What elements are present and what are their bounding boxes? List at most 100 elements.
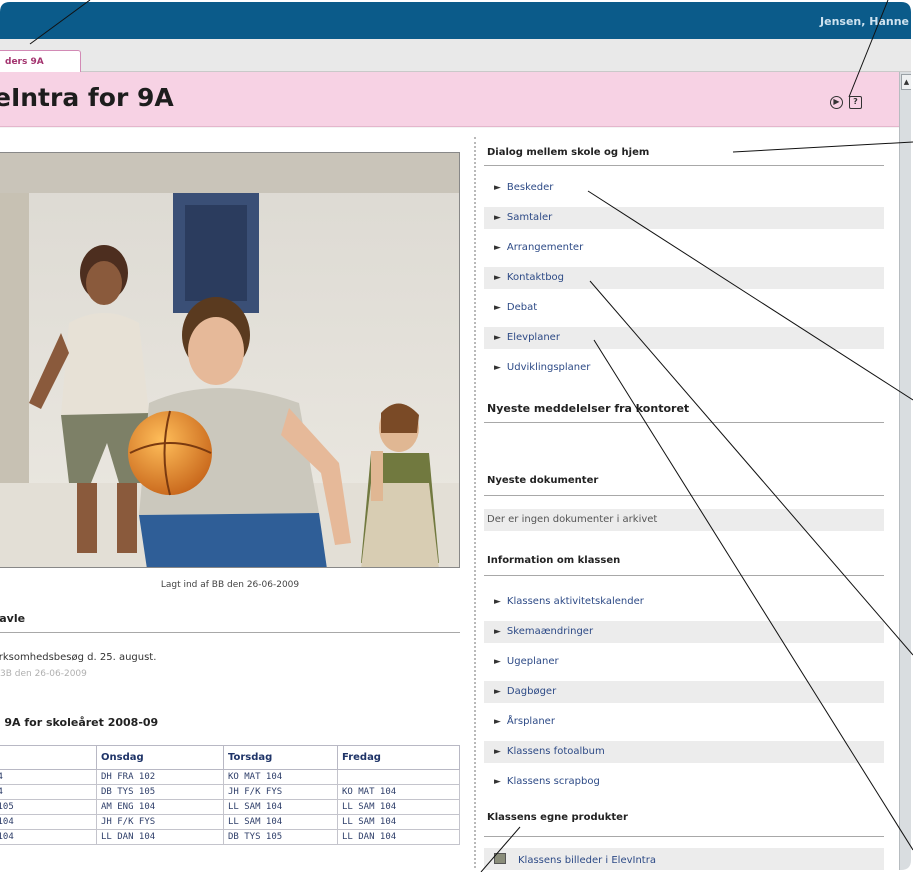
products-rule (484, 836, 884, 837)
table-cell: LL SAM 104 (223, 799, 338, 815)
arrow-right-icon: ► (494, 333, 501, 343)
column-header: Torsdag (223, 745, 338, 770)
class-item-label: Skemaændringer (506, 626, 594, 637)
arrow-right-icon: ► (494, 597, 501, 607)
table-cell: KRI 104 (0, 769, 97, 785)
dialog-item-label: Udviklingsplaner (506, 362, 591, 373)
class-item-schedule-changes[interactable]: ► Skemaændringer (484, 621, 884, 643)
top-bar: Jensen, Hanne (0, 0, 913, 39)
schedule-header-row: rsdag Onsdag Torsdag Fredag (0, 745, 460, 770)
column-divider (474, 137, 476, 872)
class-item-diaries[interactable]: ► Dagbøger (484, 681, 884, 703)
table-row: A TYS 105 AM ENG 104 LL SAM 104 LL SAM 1… (0, 799, 460, 815)
table-cell: SAM 104 (0, 784, 97, 800)
bulletin-heading: tavle (0, 612, 26, 625)
dialog-heading: Dialog mellem skole og hjem (487, 147, 650, 158)
dialog-item-label: Samtaler (506, 212, 553, 223)
documents-empty-message: Der er ingen dokumenter i arkivet (484, 509, 884, 531)
table-cell: O MAT 104 (0, 829, 97, 845)
class-item-label: Klassens fotoalbum (506, 746, 605, 757)
arrow-right-icon: ► (494, 747, 501, 757)
bulletin-message[interactable]: irksomhedsbesøg d. 25. august. (0, 652, 156, 663)
tab-class-9a[interactable]: ders 9A (0, 50, 81, 72)
dialog-item-samtaler[interactable]: ► Samtaler (484, 207, 884, 229)
screen-frame: Jensen, Hanne ders 9A eIntra for 9A ▶ ? … (0, 0, 913, 872)
schedule-table: rsdag Onsdag Torsdag Fredag KRI 104 DH F… (0, 745, 460, 845)
table-cell: M ENG 104 (0, 814, 97, 830)
vertical-scrollbar[interactable]: ▲ (899, 72, 913, 872)
office-news-rule (484, 422, 884, 423)
class-item-activity-calendar[interactable]: ► Klassens aktivitetskalender (484, 591, 884, 613)
table-cell (337, 769, 460, 785)
arrow-right-icon: ► (494, 303, 501, 313)
bulletin-rule (0, 632, 460, 633)
table-cell: AM ENG 104 (96, 799, 224, 815)
table-cell: JH F/K FYS (96, 814, 224, 830)
class-item-year-plans[interactable]: ► Årsplaner (484, 711, 884, 733)
table-cell: KO MAT 104 (223, 769, 338, 785)
column-header: rsdag (0, 745, 97, 770)
class-item-label: Årsplaner (506, 716, 555, 727)
dialog-item-label: Debat (506, 302, 538, 313)
class-item-scrapbook[interactable]: ► Klassens scrapbog (484, 771, 884, 793)
title-bar: eIntra for 9A ▶ ? (0, 72, 899, 127)
class-info-heading: Information om klassen (487, 555, 621, 566)
class-item-photo-album[interactable]: ► Klassens fotoalbum (484, 741, 884, 763)
help-icon[interactable]: ? (849, 96, 862, 109)
image-gallery-icon (494, 853, 506, 864)
products-item-label: Klassens billeder i ElevIntra (518, 855, 656, 866)
dialog-rule (484, 165, 884, 166)
page-title: eIntra for 9A (0, 83, 174, 112)
arrow-right-icon: ► (494, 657, 501, 667)
arrow-right-icon: ► (494, 243, 501, 253)
column-header: Onsdag (96, 745, 224, 770)
products-heading: Klassens egne produkter (487, 812, 628, 823)
table-cell: DH FRA 102 (96, 769, 224, 785)
dialog-item-debat[interactable]: ► Debat (484, 297, 884, 319)
dialog-item-label: Elevplaner (506, 332, 560, 343)
dialog-item-elevplaner[interactable]: ► Elevplaner (484, 327, 884, 349)
table-cell: LL SAM 104 (337, 799, 460, 815)
table-cell: JH F/K FYS (223, 784, 338, 800)
schedule-heading: s 9A for skoleåret 2008-09 (0, 716, 159, 729)
table-cell: LL DAN 104 (337, 829, 460, 845)
column-header: Fredag (337, 745, 460, 770)
class-item-label: Klassens aktivitetskalender (506, 596, 644, 607)
office-news-heading: Nyeste meddelelser fra kontoret (487, 402, 690, 415)
arrow-right-icon: ► (494, 213, 501, 223)
arrow-right-icon: ► (494, 687, 501, 697)
students-photo-illustration (0, 153, 459, 567)
tab-bar: ders 9A (0, 39, 913, 72)
dialog-item-arrangementer[interactable]: ► Arrangementer (484, 237, 884, 259)
class-item-label: Ugeplaner (506, 656, 559, 667)
table-row: O MAT 104 LL DAN 104 DB TYS 105 LL DAN 1… (0, 829, 460, 845)
class-info-rule (484, 575, 884, 576)
play-icon[interactable]: ▶ (830, 96, 843, 109)
dialog-item-label: Arrangementer (506, 242, 584, 253)
table-cell: KO MAT 104 (337, 784, 460, 800)
arrow-right-icon: ► (494, 273, 501, 283)
dialog-item-label: Beskeder (506, 182, 554, 193)
dialog-item-udviklingsplaner[interactable]: ► Udviklingsplaner (484, 357, 884, 379)
class-item-label: Klassens scrapbog (506, 776, 600, 787)
arrow-right-icon: ► (494, 627, 501, 637)
photo-caption: Lagt ind af BB den 26-06-2009 (160, 580, 300, 590)
table-cell: LL SAM 104 (223, 814, 338, 830)
class-item-weekly-plans[interactable]: ► Ugeplaner (484, 651, 884, 673)
scroll-up-arrow-icon[interactable]: ▲ (901, 74, 912, 90)
table-row: SAM 104 DB TYS 105 JH F/K FYS KO MAT 104 (0, 784, 460, 800)
arrow-right-icon: ► (494, 717, 501, 727)
table-cell: A TYS 105 (0, 799, 97, 815)
dialog-item-label: Kontaktbog (506, 272, 565, 283)
dialog-item-beskeder[interactable]: ► Beskeder (484, 177, 884, 199)
user-name[interactable]: Jensen, Hanne (820, 15, 909, 28)
table-cell: DB TYS 105 (223, 829, 338, 845)
table-cell: LL SAM 104 (337, 814, 460, 830)
dialog-item-kontaktbog[interactable]: ► Kontaktbog (484, 267, 884, 289)
table-cell: DB TYS 105 (96, 784, 224, 800)
table-row: M ENG 104 JH F/K FYS LL SAM 104 LL SAM 1… (0, 814, 460, 830)
bulletin-meta: 3B den 26-06-2009 (0, 669, 87, 679)
products-item-class-photos[interactable]: Klassens billeder i ElevIntra (484, 848, 884, 870)
documents-rule (484, 495, 884, 496)
documents-heading: Nyeste dokumenter (487, 475, 599, 486)
